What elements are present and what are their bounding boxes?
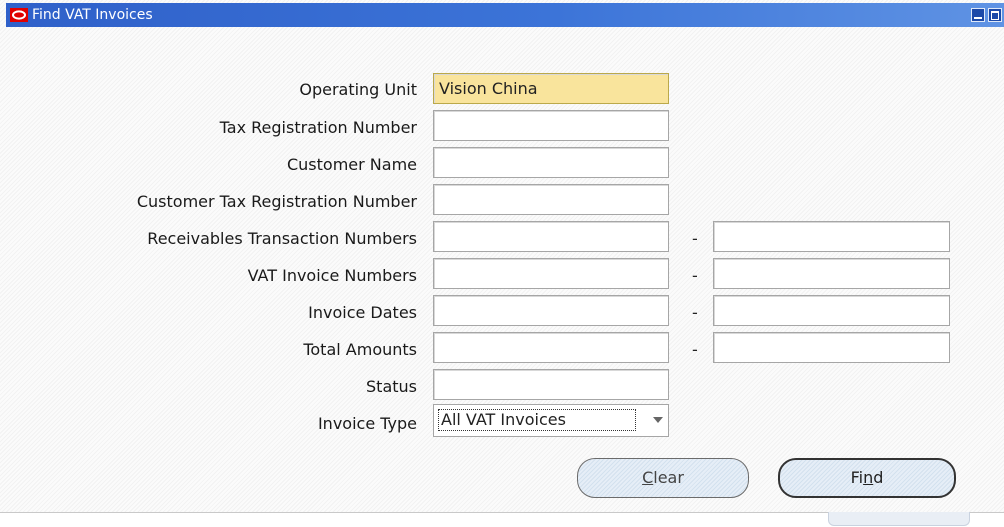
tax-registration-number-label: Tax Registration Number (219, 118, 417, 137)
receivables-transaction-numbers-label: Receivables Transaction Numbers (147, 229, 417, 248)
vat-invoice-numbers-from-field[interactable] (433, 258, 669, 289)
chevron-down-icon[interactable] (653, 417, 663, 423)
total-amounts-from-field[interactable] (433, 332, 669, 363)
invoice-type-label: Invoice Type (317, 414, 417, 433)
range-separator: - (692, 340, 698, 359)
clear-button[interactable]: Clear (577, 458, 749, 498)
clear-label-rest: lear (653, 468, 684, 487)
receivables-transaction-numbers-to-field[interactable] (713, 221, 950, 252)
tax-registration-number-field[interactable] (433, 110, 669, 141)
customer-name-field[interactable] (433, 147, 669, 178)
window-title: Find VAT Invoices (32, 7, 153, 23)
receivables-transaction-numbers-from-field[interactable] (433, 221, 669, 252)
find-mnemonic: n (863, 468, 874, 487)
title-bar[interactable]: Find VAT Invoices (6, 3, 1004, 27)
customer-name-label: Customer Name (286, 155, 417, 174)
window-footer-tab (828, 512, 970, 526)
find-label-pre: Fi (850, 468, 864, 487)
invoice-dates-to-field[interactable] (713, 295, 950, 326)
invoice-dates-from-field[interactable] (433, 295, 669, 326)
range-separator: - (692, 229, 698, 248)
operating-unit-field[interactable]: Vision China (433, 73, 669, 104)
oracle-logo-icon (10, 8, 28, 22)
status-label: Status (366, 377, 417, 396)
minimize-icon[interactable] (971, 8, 985, 22)
customer-tax-registration-number-field[interactable] (433, 184, 669, 215)
total-amounts-to-field[interactable] (713, 332, 950, 363)
find-label-post: d (873, 468, 884, 487)
find-button[interactable]: Find (778, 458, 956, 498)
range-separator: - (692, 303, 698, 322)
operating-unit-label: Operating Unit (299, 80, 417, 99)
invoice-dates-label: Invoice Dates (308, 303, 417, 322)
total-amounts-label: Total Amounts (303, 340, 417, 359)
range-separator: - (692, 266, 698, 285)
invoice-type-selected-value: All VAT Invoices (438, 409, 636, 431)
maximize-icon[interactable] (988, 8, 1002, 22)
customer-tax-registration-number-label: Customer Tax Registration Number (136, 192, 417, 211)
vat-invoice-numbers-to-field[interactable] (713, 258, 950, 289)
vat-invoice-numbers-label: VAT Invoice Numbers (247, 266, 417, 285)
clear-mnemonic: C (642, 468, 654, 487)
find-vat-invoices-window: Find VAT Invoices Operating Unit Vision … (0, 0, 1004, 513)
status-field[interactable] (433, 369, 669, 400)
invoice-type-select[interactable]: All VAT Invoices (433, 404, 669, 437)
